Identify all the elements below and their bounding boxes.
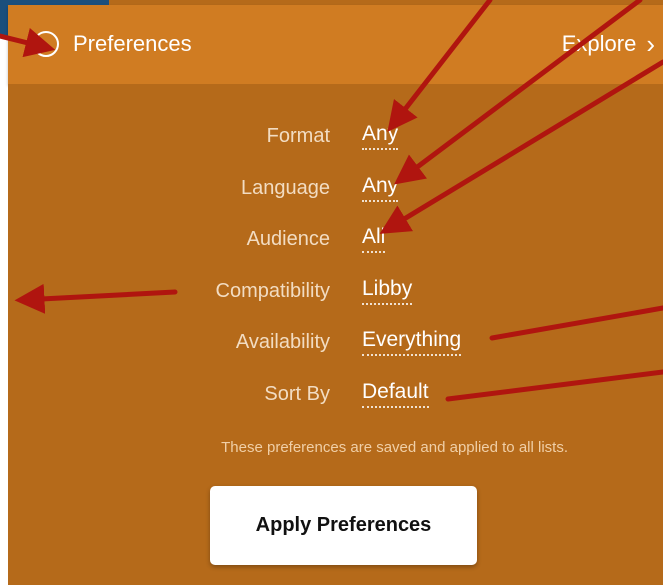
explore-link[interactable]: Explore ›: [562, 31, 655, 57]
left-edge-strip: [0, 0, 8, 585]
pref-value-format[interactable]: Any: [362, 122, 399, 150]
explore-label: Explore: [561, 31, 637, 56]
pref-value-availability[interactable]: Everything: [362, 328, 462, 356]
chevron-right-icon: ›: [646, 29, 655, 59]
preferences-panel: Format Any Language Any Audience All Com…: [8, 84, 663, 585]
pref-row-language: Language Any: [8, 173, 663, 203]
pref-row-audience: Audience All: [8, 224, 663, 254]
pref-row-format: Format Any: [8, 121, 663, 151]
pref-value-language[interactable]: Any: [362, 174, 399, 202]
apply-preferences-button[interactable]: Apply Preferences: [210, 486, 477, 565]
pref-label: Format: [266, 124, 330, 147]
pref-label: Compatibility: [215, 279, 330, 302]
circle-icon: [33, 31, 59, 57]
pref-label: Availability: [235, 330, 330, 353]
pref-value-audience[interactable]: All: [362, 225, 386, 253]
pref-value-compatibility[interactable]: Libby: [362, 277, 413, 305]
pref-value-sort-by[interactable]: Default: [362, 380, 429, 408]
pref-label: Sort By: [264, 382, 330, 405]
pref-label: Audience: [246, 227, 330, 250]
preferences-note: These preferences are saved and applied …: [221, 439, 568, 456]
pref-row-sort-by: Sort By Default: [8, 379, 663, 409]
preferences-header: Preferences Explore ›: [8, 5, 663, 84]
pref-label: Language: [241, 176, 330, 199]
pref-row-compatibility: Compatibility Libby: [8, 276, 663, 306]
pref-row-availability: Availability Everything: [8, 327, 663, 357]
preferences-toggle[interactable]: Preferences: [33, 31, 192, 57]
preferences-title: Preferences: [73, 31, 192, 56]
